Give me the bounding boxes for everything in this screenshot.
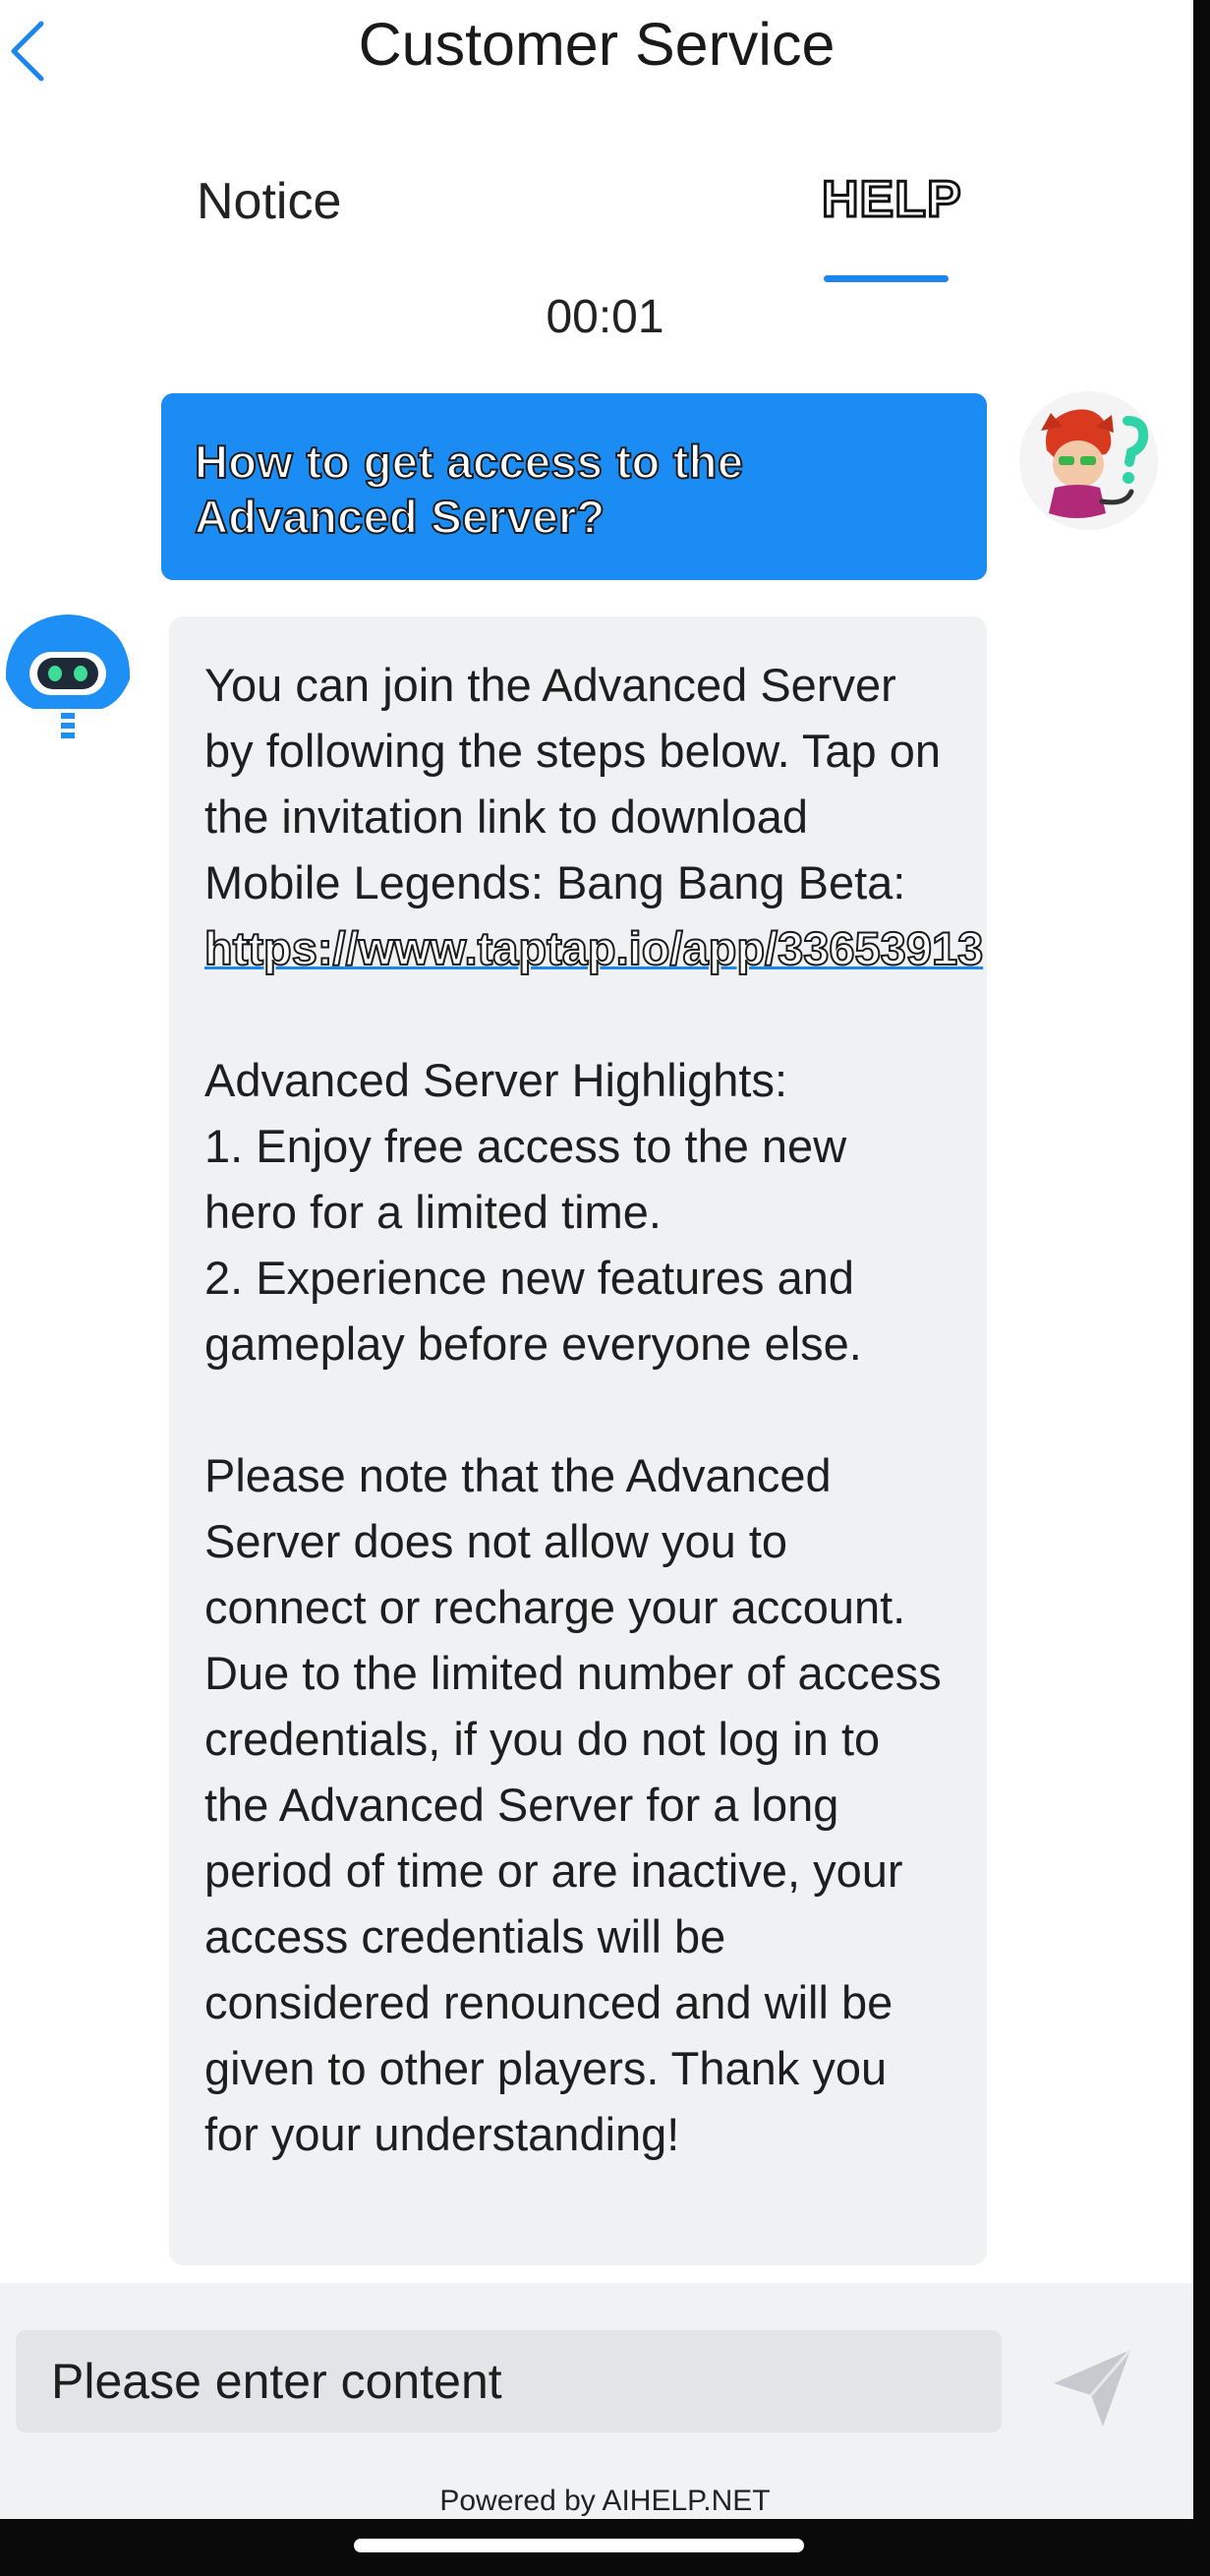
tab-notice[interactable]: Notice bbox=[197, 172, 341, 231]
tab-bar bbox=[0, 162, 1193, 290]
message-input[interactable] bbox=[16, 2330, 1002, 2432]
bot-message-text: You can join the Advanced Server by foll… bbox=[203, 652, 984, 2167]
user-message-text: How to get access to the Advanced Server… bbox=[194, 435, 744, 544]
home-indicator[interactable] bbox=[354, 2539, 804, 2552]
bot-avatar bbox=[0, 615, 136, 750]
robot-icon bbox=[0, 615, 136, 750]
send-button[interactable] bbox=[1042, 2330, 1140, 2432]
user-message-bubble: How to get access to the Advanced Server… bbox=[161, 393, 987, 580]
chat-timestamp: 00:01 bbox=[546, 291, 664, 343]
send-icon bbox=[1054, 2349, 1132, 2427]
powered-by-footer: Powered by AIHELP.NET bbox=[439, 2485, 771, 2517]
user-avatar bbox=[1019, 391, 1158, 530]
bot-message-bubble: You can join the Advanced Server by foll… bbox=[169, 616, 987, 2265]
header-bar: Customer Service bbox=[0, 0, 1193, 98]
bot-message-intro: You can join the Advanced Server by foll… bbox=[204, 659, 942, 908]
bot-message-body: Advanced Server Highlights: 1. Enjoy fre… bbox=[204, 1054, 942, 2160]
invitation-link[interactable]: https://www.taptap.io/app/33653913 bbox=[203, 921, 984, 975]
page-title: Customer Service bbox=[358, 11, 835, 78]
tab-help[interactable]: HELP bbox=[821, 170, 963, 230]
screen-edge bbox=[1193, 0, 1210, 2576]
active-tab-indicator bbox=[824, 275, 949, 282]
hero-avatar-icon bbox=[1019, 391, 1157, 529]
